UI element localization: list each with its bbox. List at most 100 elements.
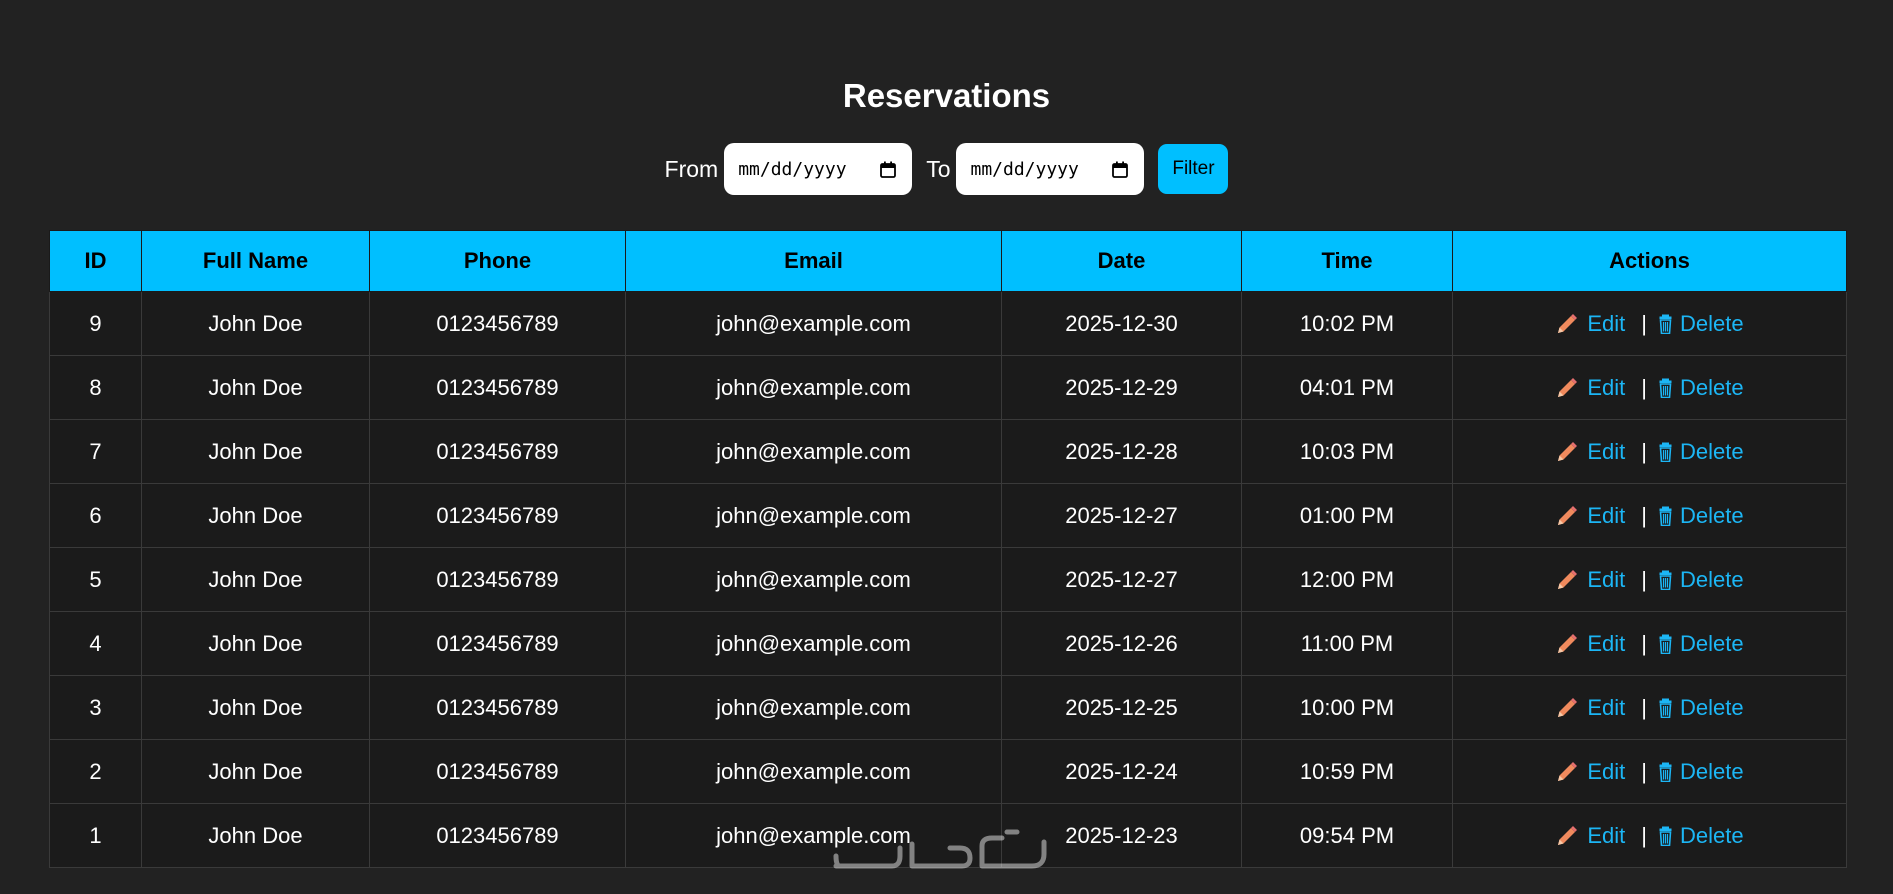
cell-phone: 0123456789 xyxy=(369,739,626,804)
action-separator: | xyxy=(1641,503,1648,529)
pencil-icon xyxy=(1558,378,1578,398)
edit-label: Edit xyxy=(1587,567,1626,593)
column-header-id: ID xyxy=(49,230,142,292)
edit-button[interactable]: Edit xyxy=(1555,695,1625,721)
cell-phone: 0123456789 xyxy=(369,355,626,420)
cell-id: 5 xyxy=(49,547,142,612)
cell-email: john@example.com xyxy=(625,739,1002,804)
cell-time: 10:59 PM xyxy=(1241,739,1453,804)
cell-full-name: John Doe xyxy=(141,483,370,548)
delete-label: Delete xyxy=(1680,759,1744,785)
cell-time: 11:00 PM xyxy=(1241,611,1453,676)
cell-date: 2025-12-30 xyxy=(1001,291,1242,356)
pencil-icon xyxy=(1558,442,1578,462)
action-separator: | xyxy=(1641,311,1648,337)
from-label: From xyxy=(664,155,719,182)
from-date-input[interactable]: mm/dd/yyyy xyxy=(724,143,913,195)
cell-phone: 0123456789 xyxy=(369,803,626,868)
cell-id: 7 xyxy=(49,419,142,484)
edit-label: Edit xyxy=(1587,375,1626,401)
pencil-icon xyxy=(1558,698,1578,718)
cell-phone: 0123456789 xyxy=(369,483,626,548)
cell-phone: 0123456789 xyxy=(369,419,626,484)
cell-full-name: John Doe xyxy=(141,547,370,612)
calendar-icon[interactable] xyxy=(880,161,897,178)
delete-label: Delete xyxy=(1680,695,1744,721)
cell-time: 10:00 PM xyxy=(1241,675,1453,740)
table-row: 3 John Doe 0123456789 john@example.com 2025-… xyxy=(49,675,1847,740)
trash-icon xyxy=(1659,762,1672,783)
cell-time: 04:01 PM xyxy=(1241,355,1453,420)
cell-id: 3 xyxy=(49,675,142,740)
delete-label: Delete xyxy=(1680,311,1744,337)
trash-icon xyxy=(1659,570,1672,591)
edit-label: Edit xyxy=(1587,439,1626,465)
delete-button[interactable]: Delete xyxy=(1659,695,1744,721)
edit-button[interactable]: Edit xyxy=(1555,631,1625,657)
cell-date: 2025-12-24 xyxy=(1001,739,1242,804)
cell-email: john@example.com xyxy=(625,547,1002,612)
delete-button[interactable]: Delete xyxy=(1659,375,1744,401)
cell-time: 12:00 PM xyxy=(1241,547,1453,612)
cell-id: 8 xyxy=(49,355,142,420)
cell-email: john@example.com xyxy=(625,419,1002,484)
calendar-icon[interactable] xyxy=(1112,161,1129,178)
action-separator: | xyxy=(1641,375,1648,401)
cell-phone: 0123456789 xyxy=(369,675,626,740)
filter-button[interactable]: Filter xyxy=(1158,144,1229,194)
cell-id: 6 xyxy=(49,483,142,548)
cell-full-name: John Doe xyxy=(141,419,370,484)
delete-button[interactable]: Delete xyxy=(1659,759,1744,785)
cell-actions: Edit | Delete xyxy=(1452,355,1847,420)
edit-button[interactable]: Edit xyxy=(1555,823,1625,849)
reservations-table: ID Full Name Phone Email Date Time Actio… xyxy=(49,230,1847,868)
edit-label: Edit xyxy=(1587,695,1626,721)
watermark-logo xyxy=(833,829,1047,869)
cell-actions: Edit | Delete xyxy=(1452,291,1847,356)
edit-label: Edit xyxy=(1587,503,1626,529)
delete-button[interactable]: Delete xyxy=(1659,631,1744,657)
to-date-input[interactable]: mm/dd/yyyy xyxy=(956,143,1145,195)
cell-phone: 0123456789 xyxy=(369,291,626,356)
delete-button[interactable]: Delete xyxy=(1659,311,1744,337)
delete-button[interactable]: Delete xyxy=(1659,567,1744,593)
cell-email: john@example.com xyxy=(625,355,1002,420)
trash-icon xyxy=(1659,314,1672,335)
trash-icon xyxy=(1659,378,1672,399)
cell-email: john@example.com xyxy=(625,611,1002,676)
pencil-icon xyxy=(1558,762,1578,782)
cell-full-name: John Doe xyxy=(141,803,370,868)
delete-button[interactable]: Delete xyxy=(1659,503,1744,529)
cell-actions: Edit | Delete xyxy=(1452,419,1847,484)
delete-label: Delete xyxy=(1680,631,1744,657)
cell-phone: 0123456789 xyxy=(369,547,626,612)
action-separator: | xyxy=(1641,567,1648,593)
action-separator: | xyxy=(1641,439,1648,465)
column-header-date: Date xyxy=(1001,230,1242,292)
edit-button[interactable]: Edit xyxy=(1555,503,1625,529)
action-separator: | xyxy=(1641,695,1648,721)
column-header-full-name: Full Name xyxy=(141,230,370,292)
column-header-actions: Actions xyxy=(1452,230,1847,292)
reservations-page: Reservations From mm/dd/yyyy To mm/dd/yy… xyxy=(0,0,1893,894)
edit-button[interactable]: Edit xyxy=(1555,439,1625,465)
table-header-row: ID Full Name Phone Email Date Time Actio… xyxy=(49,230,1847,292)
edit-button[interactable]: Edit xyxy=(1555,311,1625,337)
cell-time: 10:02 PM xyxy=(1241,291,1453,356)
cell-date: 2025-12-27 xyxy=(1001,547,1242,612)
reservations-table-wrapper: ID Full Name Phone Email Date Time Actio… xyxy=(49,230,1847,868)
trash-icon xyxy=(1659,634,1672,655)
trash-icon xyxy=(1659,698,1672,719)
delete-button[interactable]: Delete xyxy=(1659,439,1744,465)
edit-button[interactable]: Edit xyxy=(1555,375,1625,401)
delete-button[interactable]: Delete xyxy=(1659,823,1744,849)
table-row: 7 John Doe 0123456789 john@example.com 2025-… xyxy=(49,419,1847,484)
pencil-icon xyxy=(1558,826,1578,846)
to-date-placeholder: mm/dd/yyyy xyxy=(970,158,1079,180)
table-body: 9 John Doe 0123456789 john@example.com 2025-… xyxy=(49,291,1847,868)
trash-icon xyxy=(1659,826,1672,847)
edit-button[interactable]: Edit xyxy=(1555,567,1625,593)
edit-button[interactable]: Edit xyxy=(1555,759,1625,785)
cell-phone: 0123456789 xyxy=(369,611,626,676)
column-header-email: Email xyxy=(625,230,1002,292)
